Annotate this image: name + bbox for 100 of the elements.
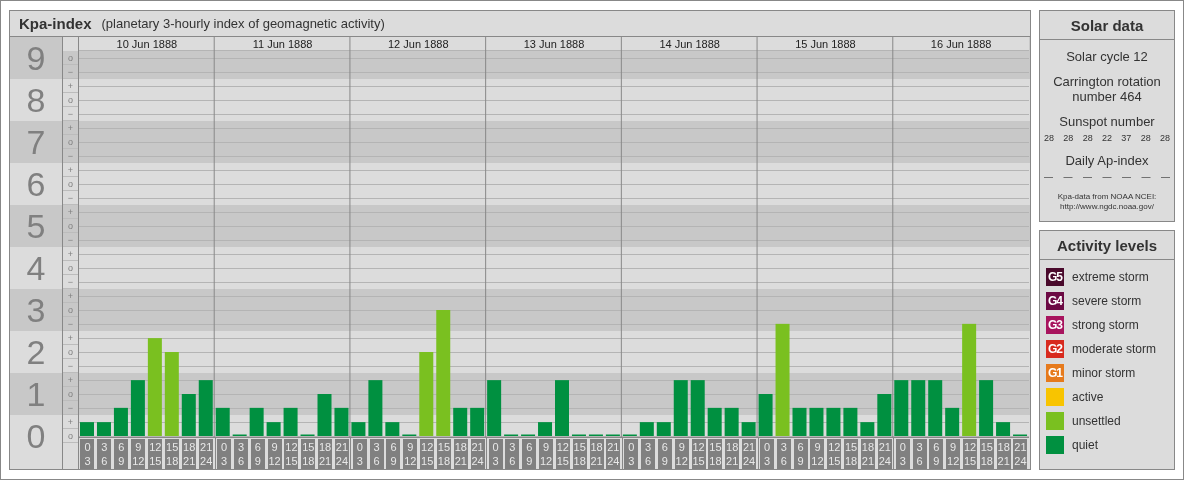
axis-number: 9	[25, 38, 47, 79]
time-slot-tag: 18 21	[725, 439, 740, 469]
time-slot-tag: 21 24	[877, 439, 892, 469]
axis-number: 7	[25, 122, 47, 163]
kp-bar	[368, 380, 383, 436]
kp-bar	[741, 422, 756, 436]
time-slot-tag: 15 18	[844, 439, 859, 469]
grade-mark: o	[63, 219, 78, 233]
sunspot-value: 28	[1140, 133, 1151, 143]
axis-number: 1	[25, 374, 47, 415]
time-slot-tag: 21 24	[1013, 439, 1028, 469]
kp-bar	[538, 422, 553, 436]
panel-subtitle: (planetary 3-hourly index of geomagnetic activity)	[101, 16, 385, 31]
kp-bar	[860, 422, 875, 436]
ap-index-value: —	[1063, 172, 1073, 182]
kp-bar	[334, 407, 349, 436]
time-slot-tag: 21 24	[199, 439, 214, 469]
ap-index-value: —	[1044, 172, 1053, 182]
kp-bar	[487, 380, 502, 436]
axis-number: 4	[25, 248, 47, 289]
grade-mark: +	[63, 205, 78, 219]
kp-bar	[979, 380, 994, 436]
legend-label: quiet	[1072, 438, 1099, 452]
time-slot-tag: 18 21	[318, 439, 333, 469]
time-slot-tag: 9 12	[403, 439, 418, 469]
panel-title: Solar data	[1040, 11, 1174, 40]
storm-level-badge: G1	[1046, 364, 1064, 382]
sunspot-value: 37	[1121, 133, 1132, 143]
grade-mark: +	[63, 373, 78, 387]
axis-number: 8	[25, 80, 47, 121]
time-slot-tag: 12 15	[148, 439, 163, 469]
kp-bar	[555, 380, 569, 436]
time-slot-tag: 6 9	[522, 439, 537, 469]
grade-mark: +	[63, 121, 78, 135]
legend-label: severe storm	[1072, 294, 1142, 308]
grade-mark: o	[63, 93, 78, 107]
kp-bar	[690, 380, 705, 436]
time-slot-tag: 18 21	[182, 439, 197, 469]
kp-bar	[283, 407, 298, 436]
kp-bar	[996, 422, 1011, 436]
time-slot-tag: 12 15	[963, 439, 977, 469]
time-slot-tag: 21 24	[334, 439, 349, 469]
grade-mark: −	[63, 275, 78, 289]
time-slot-tag: 6 9	[793, 439, 808, 469]
grade-mark: o	[63, 429, 78, 443]
time-slot-tag: 12 15	[555, 439, 570, 469]
grade-mark: +	[63, 247, 78, 261]
panel-title: Kpa-index	[19, 15, 92, 32]
kp-bar	[758, 394, 773, 436]
kp-bar	[181, 394, 196, 436]
sunspot-value: 28	[1063, 133, 1074, 143]
sunspot-value: 28	[1044, 133, 1054, 143]
storm-level-badge: G4	[1046, 292, 1064, 310]
grade-mark: o	[63, 261, 78, 275]
grade-mark: +	[63, 331, 78, 345]
grade-mark: o	[63, 135, 78, 149]
time-slot-tag: 18 21	[860, 439, 875, 469]
kp-bar	[249, 407, 264, 436]
time-slot-tag: 6 9	[114, 439, 129, 469]
grade-mark: o	[63, 345, 78, 359]
time-slot-tag: 12 15	[691, 439, 706, 469]
time-slot-tag: 0 3	[895, 439, 910, 469]
storm-level-badge: G2	[1046, 340, 1064, 358]
axis-number: 6	[25, 164, 47, 205]
time-slot-tag: 6 9	[250, 439, 265, 469]
source-text: Kpa-data from NOAA NCEI:	[1057, 192, 1157, 202]
carrington-rotation-text: Carrington rotation number 464	[1052, 74, 1162, 104]
kp-bar	[707, 407, 722, 436]
date-label: 12 Jun 1888	[388, 38, 449, 50]
grade-mark: −	[63, 401, 78, 415]
time-slot-tag: 18 21	[996, 439, 1011, 469]
kp-bar	[317, 394, 332, 436]
ap-index-value: —	[1122, 172, 1131, 182]
grade-mark: −	[63, 233, 78, 247]
kp-bar	[80, 422, 94, 436]
kp-bar	[894, 380, 909, 436]
grade-mark: +	[63, 163, 78, 177]
panel-title: Activity levels	[1040, 231, 1174, 260]
time-slot-tag: 3 6	[641, 439, 656, 469]
time-slot-tag: 3 6	[505, 439, 520, 469]
time-slot-tag: 18 21	[453, 439, 468, 469]
kp-bar	[724, 407, 739, 436]
time-slot-tag: 0 3	[352, 439, 367, 469]
time-slot-tag: 12 15	[827, 439, 842, 469]
date-label: 13 Jun 1888	[523, 38, 585, 50]
axis-number: 2	[25, 332, 47, 373]
time-slot-tag: 15 18	[165, 439, 180, 469]
date-label: 15 Jun 1888	[795, 38, 856, 50]
storm-level-badge: G5	[1046, 268, 1064, 286]
ap-index-value: —	[1141, 172, 1151, 182]
kp-bar	[385, 422, 400, 436]
time-slot-tag: 3 6	[776, 439, 791, 469]
time-slot-tag: 15 18	[436, 439, 451, 469]
kp-bar	[843, 407, 858, 436]
grade-mark: o	[63, 51, 78, 65]
time-slot-tag: 21 24	[742, 439, 757, 469]
time-slot-tag: 9 12	[810, 439, 825, 469]
kp-bar	[215, 407, 230, 436]
ap-index-value: —	[1161, 172, 1170, 182]
time-slot-tag: 6 9	[929, 439, 944, 469]
